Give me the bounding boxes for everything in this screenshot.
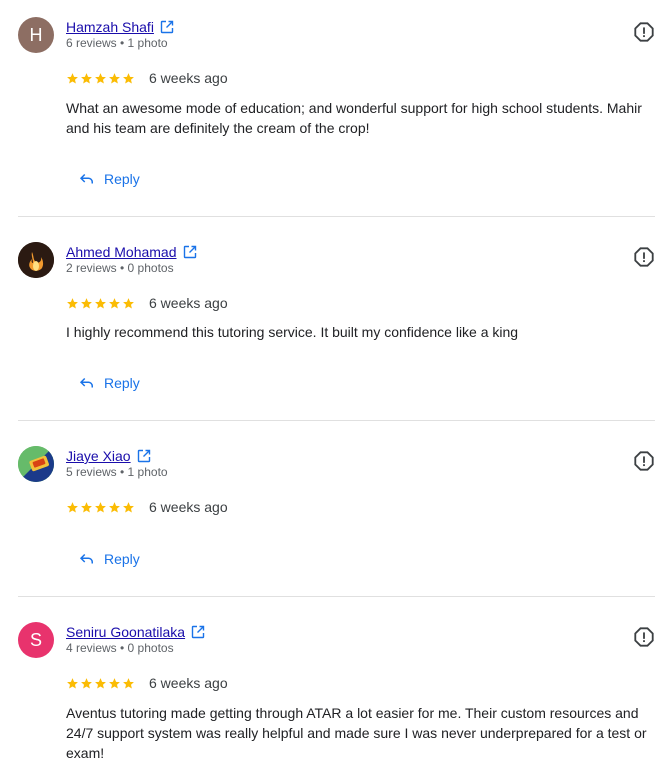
reviewer-name[interactable]: Ahmed Mohamad — [66, 244, 177, 260]
star-icon — [109, 72, 120, 84]
star-rating — [66, 72, 135, 85]
reviewer-name[interactable]: Jiaye Xiao — [66, 448, 131, 464]
star-rating — [66, 677, 135, 690]
star-icon — [95, 297, 106, 309]
reply-label: Reply — [104, 375, 140, 391]
report-flag-icon[interactable] — [633, 626, 655, 648]
report-flag-icon[interactable] — [633, 21, 655, 43]
star-icon — [67, 501, 78, 513]
review-text: I highly recommend this tutoring service… — [66, 324, 519, 340]
reviewer-meta: 5 reviews • 1 photo — [66, 465, 168, 479]
reviewer-name[interactable]: Hamzah Shafi — [66, 19, 154, 35]
external-link-icon[interactable] — [137, 449, 151, 463]
review-time: 6 weeks ago — [149, 499, 228, 515]
star-icon — [95, 72, 106, 84]
avatar-image — [18, 446, 54, 482]
avatar[interactable]: S — [18, 622, 54, 658]
star-icon — [81, 297, 92, 309]
rating-row: 6 weeks ago — [66, 673, 228, 693]
reviewer-name-row: Jiaye Xiao — [66, 446, 151, 466]
reviewer-meta: 2 reviews • 0 photos — [66, 261, 174, 275]
star-icon — [81, 501, 92, 513]
reply-label: Reply — [104, 171, 140, 187]
reviewer-name[interactable]: Seniru Goonatilaka — [66, 624, 185, 640]
review-time: 6 weeks ago — [149, 70, 228, 86]
star-icon — [109, 297, 120, 309]
reviewer-meta: 6 reviews • 1 photo — [66, 36, 168, 50]
divider — [18, 420, 655, 421]
avatar-initial: S — [29, 629, 42, 650]
star-rating — [66, 297, 135, 310]
star-icon — [81, 72, 92, 84]
star-icon — [123, 297, 134, 309]
star-icon — [123, 677, 134, 689]
avatar[interactable]: H — [18, 17, 54, 53]
reply-arrow-icon — [79, 173, 93, 184]
divider — [18, 216, 655, 217]
star-icon — [123, 72, 134, 84]
external-link-icon[interactable] — [191, 625, 205, 639]
review-text: Aventus tutoring made getting through AT… — [66, 705, 647, 761]
star-icon — [109, 677, 120, 689]
reply-arrow-icon — [79, 553, 93, 564]
reviewer-meta: 4 reviews • 0 photos — [66, 641, 174, 655]
star-icon — [67, 72, 78, 84]
star-icon — [67, 677, 78, 689]
rating-row: 6 weeks ago — [66, 68, 228, 88]
review-time: 6 weeks ago — [149, 675, 228, 691]
avatar-image — [18, 242, 54, 278]
reply-button[interactable]: Reply — [78, 170, 140, 188]
avatar[interactable] — [18, 446, 54, 482]
report-flag-icon[interactable] — [633, 246, 655, 268]
star-icon — [95, 501, 106, 513]
star-icon — [81, 677, 92, 689]
reviewer-name-row: Hamzah Shafi — [66, 17, 174, 37]
star-rating — [66, 501, 135, 514]
star-icon — [123, 501, 134, 513]
avatar-initial: H — [29, 24, 43, 45]
external-link-icon[interactable] — [183, 245, 197, 259]
rating-row: 6 weeks ago — [66, 293, 228, 313]
reply-label: Reply — [104, 551, 140, 567]
rating-row: 6 weeks ago — [66, 497, 228, 517]
star-icon — [95, 677, 106, 689]
reply-button[interactable]: Reply — [78, 550, 140, 568]
star-icon — [67, 297, 78, 309]
review-time: 6 weeks ago — [149, 295, 228, 311]
review-text: What an awesome mode of education; and w… — [66, 100, 642, 136]
reply-arrow-icon — [79, 377, 93, 388]
reviewer-name-row: Seniru Goonatilaka — [66, 622, 205, 642]
reply-button[interactable]: Reply — [78, 374, 140, 392]
reviewer-name-row: Ahmed Mohamad — [66, 242, 197, 262]
report-flag-icon[interactable] — [633, 450, 655, 472]
star-icon — [109, 501, 120, 513]
external-link-icon[interactable] — [160, 20, 174, 34]
divider — [18, 596, 655, 597]
avatar[interactable] — [18, 242, 54, 278]
